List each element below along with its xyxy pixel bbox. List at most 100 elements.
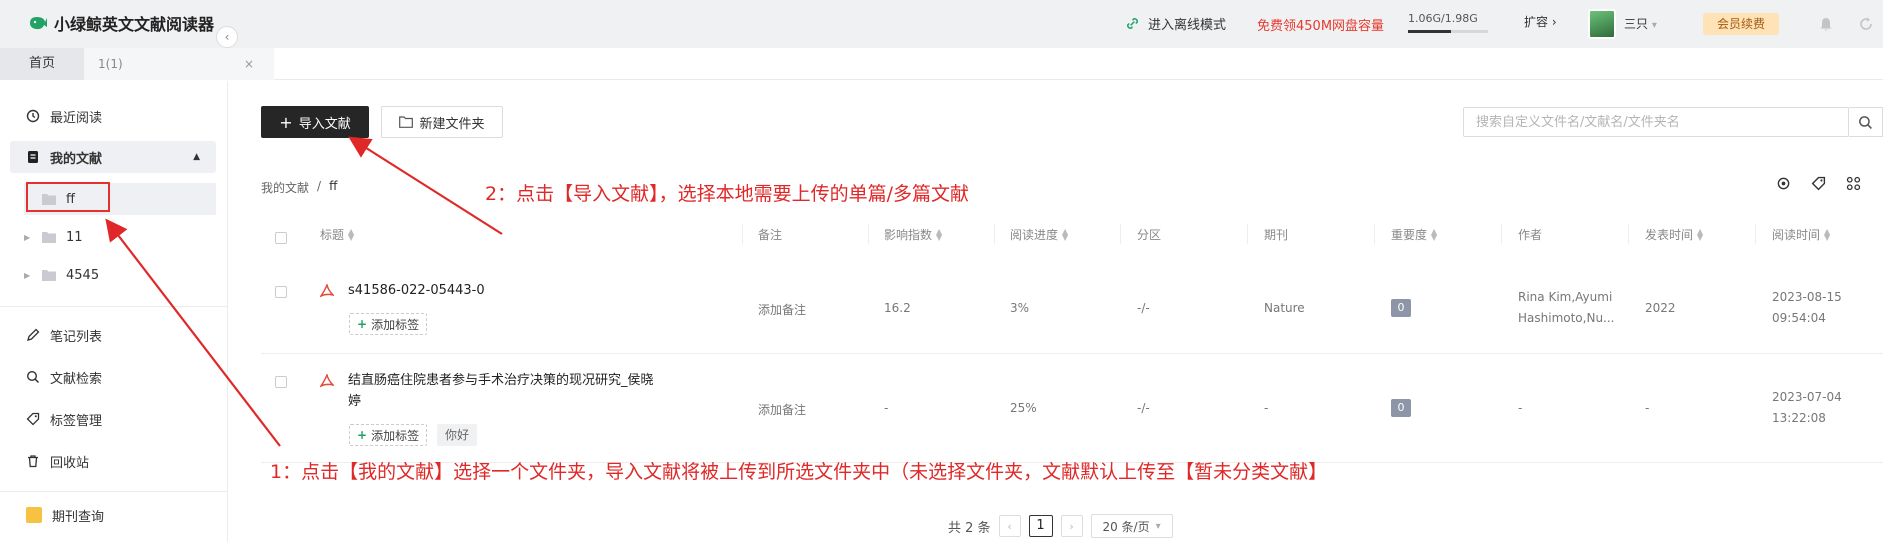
sidebar-item-my-docs[interactable]: 我的文献 ▲ <box>10 141 216 173</box>
col-header-importance[interactable]: 重要度 ▲ ▼ <box>1391 226 1437 243</box>
search-button[interactable] <box>1849 107 1883 137</box>
user-menu[interactable]: 三只 ▾ <box>1624 15 1657 32</box>
sidebar-item-journal[interactable]: 期刊查询 <box>10 499 216 531</box>
expand-storage-button[interactable]: 扩容 › <box>1524 13 1557 30</box>
col-header-progress[interactable]: 阅读进度 ▲ ▼ <box>1010 226 1068 243</box>
offline-mode-button[interactable]: 进入离线模式 <box>1125 14 1226 33</box>
row-divider <box>261 353 1883 354</box>
annotation-step-1: 1：点击【我的文献】选择一个文件夹，导入文献将被上传到所选文件夹中（未选择文件夹… <box>270 461 1328 483</box>
page-number[interactable]: 1 <box>1028 515 1053 537</box>
sort-icon: ▲ ▼ <box>348 226 355 242</box>
sidebar-item-tags[interactable]: 标签管理 <box>10 403 216 435</box>
col-header-read-time[interactable]: 阅读时间 ▲ ▼ <box>1772 226 1830 243</box>
impact-cell: - <box>884 401 889 415</box>
plus-icon: + <box>357 428 368 442</box>
add-note-link[interactable]: 添加备注 <box>758 401 806 418</box>
refresh-icon[interactable] <box>1858 16 1874 32</box>
import-docs-button[interactable]: + 导入文献 <box>261 106 369 138</box>
chevron-down-icon: ▾ <box>1651 20 1657 31</box>
prev-page-button[interactable]: ‹ <box>998 515 1021 537</box>
offline-mode-label: 进入离线模式 <box>1148 18 1227 33</box>
caret-right-icon[interactable]: ▶ <box>24 271 32 280</box>
sidebar-item-trash[interactable]: 回收站 <box>10 445 216 477</box>
breadcrumb-separator: / <box>317 179 322 193</box>
progress-cell: 25% <box>1010 401 1037 415</box>
importance-badge[interactable]: 0 <box>1391 399 1411 417</box>
sidebar-item-label: 最近阅读 <box>50 110 103 126</box>
select-all-checkbox[interactable] <box>275 232 287 244</box>
sidebar-item-notes[interactable]: 笔记列表 <box>10 319 216 351</box>
author-cell-line1: Rina Kim,Ayumi <box>1518 290 1613 304</box>
page-size-label: 20 条/页 <box>1102 519 1150 534</box>
arrow-to-import <box>348 136 503 235</box>
read-date-cell: 2023-08-15 <box>1772 290 1842 304</box>
sidebar-item-label: 期刊查询 <box>52 509 105 525</box>
free-storage-promo-link[interactable]: 免费领450M网盘容量 <box>1257 15 1384 34</box>
breadcrumb-current: ff <box>329 179 338 193</box>
caret-up-icon: ▲ <box>193 152 200 162</box>
new-folder-button[interactable]: 新建文件夹 <box>381 106 503 138</box>
col-header-title[interactable]: 标题 ▲ ▼ <box>320 226 354 243</box>
sidebar-item-recent[interactable]: 最近阅读 <box>10 100 216 132</box>
vip-renew-button[interactable]: 会员续费 <box>1703 13 1779 35</box>
app-logo: 小绿鲸英文文献阅读器 <box>28 11 214 35</box>
read-time-cell: 13:22:08 <box>1772 411 1826 425</box>
tab-bar: 首页 1(1) × <box>0 48 1883 80</box>
pub-year-cell: 2022 <box>1645 301 1676 315</box>
tag-chip[interactable]: 你好 <box>437 424 478 446</box>
tag-icon <box>26 412 40 426</box>
sidebar-item-search[interactable]: 文献检索 <box>10 361 216 393</box>
title-bar: 小绿鲸英文文献阅读器 进入离线模式 免费领450M网盘容量 1.06G/1.98… <box>0 0 1883 48</box>
folder-icon <box>42 270 56 281</box>
add-note-link[interactable]: 添加备注 <box>758 301 806 318</box>
col-header-zone: 分区 <box>1137 228 1162 242</box>
import-docs-label: 导入文献 <box>298 116 351 132</box>
plus-icon: + <box>279 112 293 132</box>
doc-title-line2[interactable]: 婷 <box>348 391 361 412</box>
trash-icon <box>28 455 38 468</box>
search-icon <box>1859 115 1872 129</box>
col-header-impact[interactable]: 影响指数 ▲ ▼ <box>884 226 942 243</box>
author-cell: - <box>1518 401 1523 415</box>
doc-title[interactable]: s41586-022-05443-0 <box>348 280 485 301</box>
author-cell-line2: Hashimoto,Nu... <box>1518 311 1615 325</box>
settings-icon[interactable] <box>1776 176 1791 191</box>
col-header-note: 备注 <box>758 228 783 242</box>
sidebar-item-label: 标签管理 <box>50 413 103 429</box>
doc-title-line1[interactable]: 结直肠癌住院患者参与手术治疗决策的现况研究_侯晓 <box>348 370 654 391</box>
folder-item-11[interactable]: ▶ 11 <box>24 221 216 253</box>
clock-icon <box>26 109 40 123</box>
zone-cell: -/- <box>1137 301 1150 315</box>
bell-icon[interactable] <box>1818 16 1834 32</box>
tag-icon[interactable] <box>1811 176 1826 191</box>
divider <box>0 306 228 307</box>
add-tag-button[interactable]: + 添加标签 <box>349 424 428 446</box>
caret-right-icon[interactable]: ▶ <box>24 233 32 242</box>
annotation-step-2: 2：点击【导入文献】，选择本地需要上传的单篇/多篇文献 <box>485 183 969 205</box>
col-header-pub-year[interactable]: 发表时间 ▲ ▼ <box>1645 226 1703 243</box>
breadcrumb-root[interactable]: 我的文献 <box>261 179 309 196</box>
read-time-cell: 09:54:04 <box>1772 311 1826 325</box>
read-date-cell: 2023-07-04 <box>1772 390 1842 404</box>
collapse-sidebar-button[interactable]: ‹ <box>216 26 238 48</box>
folder-item-4545[interactable]: ▶ 4545 <box>24 259 216 291</box>
search-input[interactable] <box>1464 108 1852 136</box>
user-name: 三只 <box>1624 17 1649 31</box>
journal-icon <box>26 507 42 523</box>
tab-close-icon[interactable]: × <box>244 48 254 80</box>
page-size-select[interactable]: 20 条/页 ▾ <box>1090 514 1173 538</box>
chevron-right-icon: › <box>1551 15 1557 29</box>
tab-home[interactable]: 首页 <box>0 48 84 80</box>
row-checkbox[interactable] <box>275 286 287 298</box>
row-checkbox[interactable] <box>275 376 287 388</box>
sort-icon: ▲ ▼ <box>1697 226 1704 242</box>
next-page-button[interactable]: › <box>1060 515 1083 537</box>
add-tag-button[interactable]: + 添加标签 <box>349 313 428 335</box>
chevron-left-icon: ‹ <box>224 30 230 44</box>
avatar[interactable] <box>1588 9 1616 39</box>
sidebar: 最近阅读 我的文献 ▲ ff ▶ 11 ▶ 4545 笔记列表 文献检索 标签管… <box>0 81 228 542</box>
importance-badge[interactable]: 0 <box>1391 299 1411 317</box>
grid-view-icon[interactable] <box>1846 176 1861 191</box>
journal-cell: Nature <box>1264 301 1305 315</box>
plus-icon: + <box>357 317 368 331</box>
